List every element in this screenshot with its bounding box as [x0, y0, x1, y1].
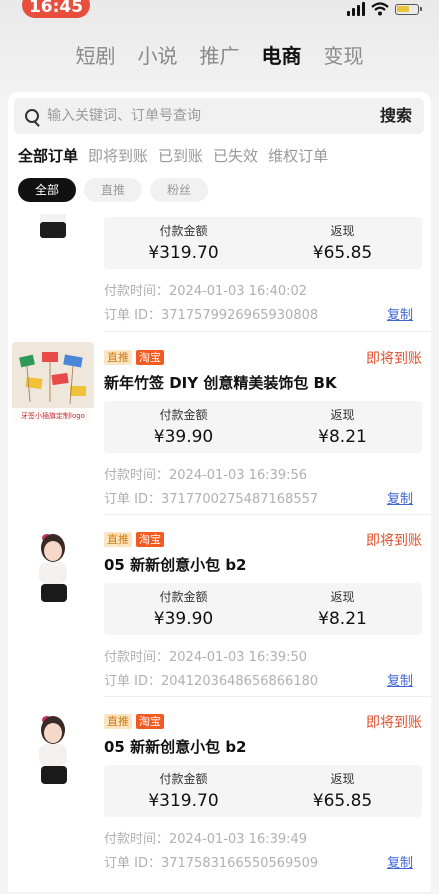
filter-expired[interactable]: 已失效: [213, 144, 258, 168]
order-status: 即将到账: [366, 351, 422, 367]
status-time: 16:45: [22, 0, 90, 18]
status-icons: [347, 0, 422, 18]
battery-icon: [395, 3, 422, 15]
product-title: 新年竹签 DIY 创意精美装饰包 BK: [104, 374, 337, 392]
pay-time: 付款时间：2024-01-03 16:40:02: [104, 284, 308, 299]
filter-dispute[interactable]: 维权订单: [268, 144, 328, 168]
order-list: 付款金额 ¥319.70 返现 ¥65.85 付款时间：2024-01-03 1…: [8, 214, 431, 894]
pay-time: 付款时间：2024-01-03 16:39:50: [104, 650, 308, 665]
divider: [104, 696, 431, 697]
order-id: 订单 ID：2041203648656866180: [104, 674, 319, 689]
product-thumbnail: 牙签小插旗定制logo: [12, 342, 94, 424]
order-tags: 直推 淘宝: [104, 350, 164, 365]
chip-fans[interactable]: 粉丝: [150, 178, 209, 202]
tag-direct: 直推: [104, 532, 132, 547]
search-button[interactable]: 搜索: [380, 98, 412, 134]
order-item[interactable]: 付款金额 ¥319.70 返现 ¥65.85 付款时间：2024-01-03 1…: [8, 214, 431, 340]
rebate-value: ¥8.21: [318, 427, 367, 447]
rebate-value: ¥65.85: [312, 791, 373, 811]
filter-settled[interactable]: 已到账: [158, 144, 203, 168]
thumbnail-caption: 牙签小插旗定制logo: [21, 412, 85, 420]
rebate-label: 返现: [330, 224, 355, 238]
pay-amount-label: 付款金额: [159, 590, 208, 604]
order-item[interactable]: 直推 淘宝 即将到账 05 新新创意小包 b2 付款金额 ¥39.90 返现 ¥…: [8, 524, 431, 706]
tab-ecommerce[interactable]: 电商: [262, 38, 302, 74]
tag-taobao: 淘宝: [136, 532, 164, 547]
wifi-icon: [371, 2, 389, 16]
tag-direct: 直推: [104, 350, 132, 365]
pay-time: 付款时间：2024-01-03 16:39:56: [104, 468, 308, 483]
filter-all-orders[interactable]: 全部订单: [18, 144, 78, 168]
order-status: 即将到账: [366, 533, 422, 549]
rebate-label: 返现: [330, 772, 355, 786]
search-icon: [25, 109, 39, 123]
pay-time: 付款时间：2024-01-03 16:39:49: [104, 832, 308, 847]
divider: [104, 331, 431, 332]
order-filter-tabs: 全部订单 即将到账 已到账 已失效 维权订单: [18, 144, 328, 168]
rebate-value: ¥65.85: [312, 243, 373, 263]
copy-order-id-button[interactable]: 复制: [387, 304, 413, 323]
tab-novel[interactable]: 小说: [138, 38, 178, 74]
tag-taobao: 淘宝: [136, 350, 164, 365]
pay-amount-value: ¥39.90: [153, 609, 214, 629]
pay-amount-value: ¥319.70: [148, 243, 219, 263]
tab-monetize[interactable]: 变现: [324, 38, 364, 74]
product-title: 05 新新创意小包 b2: [104, 738, 247, 756]
cellular-signal-icon: [347, 2, 365, 16]
chip-direct[interactable]: 直推: [84, 178, 143, 202]
pay-amount-label: 付款金额: [159, 408, 208, 422]
product-thumbnail: [12, 214, 94, 240]
search-bar[interactable]: 输入关键词、订单号查询 搜索: [14, 98, 424, 134]
amount-box: 付款金额 ¥39.90 返现 ¥8.21: [104, 583, 422, 635]
pay-amount-value: ¥319.70: [148, 791, 219, 811]
tab-promotion[interactable]: 推广: [200, 38, 240, 74]
order-tags: 直推 淘宝: [104, 714, 164, 729]
tag-direct: 直推: [104, 714, 132, 729]
pay-amount-label: 付款金额: [159, 224, 208, 238]
product-title: 05 新新创意小包 b2: [104, 556, 247, 574]
order-tags: 直推 淘宝: [104, 532, 164, 547]
copy-order-id-button[interactable]: 复制: [387, 488, 413, 507]
divider: [104, 514, 431, 515]
product-thumbnail: [12, 524, 94, 606]
amount-box: 付款金额 ¥319.70 返现 ¥65.85: [104, 217, 422, 269]
copy-order-id-button[interactable]: 复制: [387, 852, 413, 871]
order-item[interactable]: 直推 淘宝 即将到账 05 新新创意小包 b2 付款金额 ¥319.70 返现 …: [8, 706, 431, 888]
rebate-label: 返现: [330, 590, 355, 604]
rebate-label: 返现: [330, 408, 355, 422]
product-thumbnail: [12, 706, 94, 788]
pay-amount-label: 付款金额: [159, 772, 208, 786]
order-id: 订单 ID：3717583166550569509: [104, 856, 319, 871]
top-nav: 短剧 小说 推广 电商 变现: [0, 38, 439, 74]
pay-amount-value: ¥39.90: [153, 427, 214, 447]
tab-short-drama[interactable]: 短剧: [76, 38, 116, 74]
amount-box: 付款金额 ¥319.70 返现 ¥65.85: [104, 765, 422, 817]
order-id: 订单 ID：3717579926965930808: [104, 308, 319, 323]
order-id: 订单 ID：3717700275487168557: [104, 492, 319, 507]
orders-card: 输入关键词、订单号查询 搜索 全部订单 即将到账 已到账 已失效 维权订单 全部…: [8, 92, 431, 892]
copy-order-id-button[interactable]: 复制: [387, 670, 413, 689]
filter-pending[interactable]: 即将到账: [88, 144, 148, 168]
rebate-value: ¥8.21: [318, 609, 367, 629]
order-status: 即将到账: [366, 715, 422, 731]
tag-taobao: 淘宝: [136, 714, 164, 729]
amount-box: 付款金额 ¥39.90 返现 ¥8.21: [104, 401, 422, 453]
order-item[interactable]: 牙签小插旗定制logo 直推 淘宝 即将到账 新年竹签 DIY 创意精美装饰包 …: [8, 342, 431, 524]
search-input[interactable]: 输入关键词、订单号查询: [47, 98, 201, 134]
source-chips: 全部 直推 粉丝: [18, 178, 209, 202]
chip-all[interactable]: 全部: [18, 178, 77, 202]
